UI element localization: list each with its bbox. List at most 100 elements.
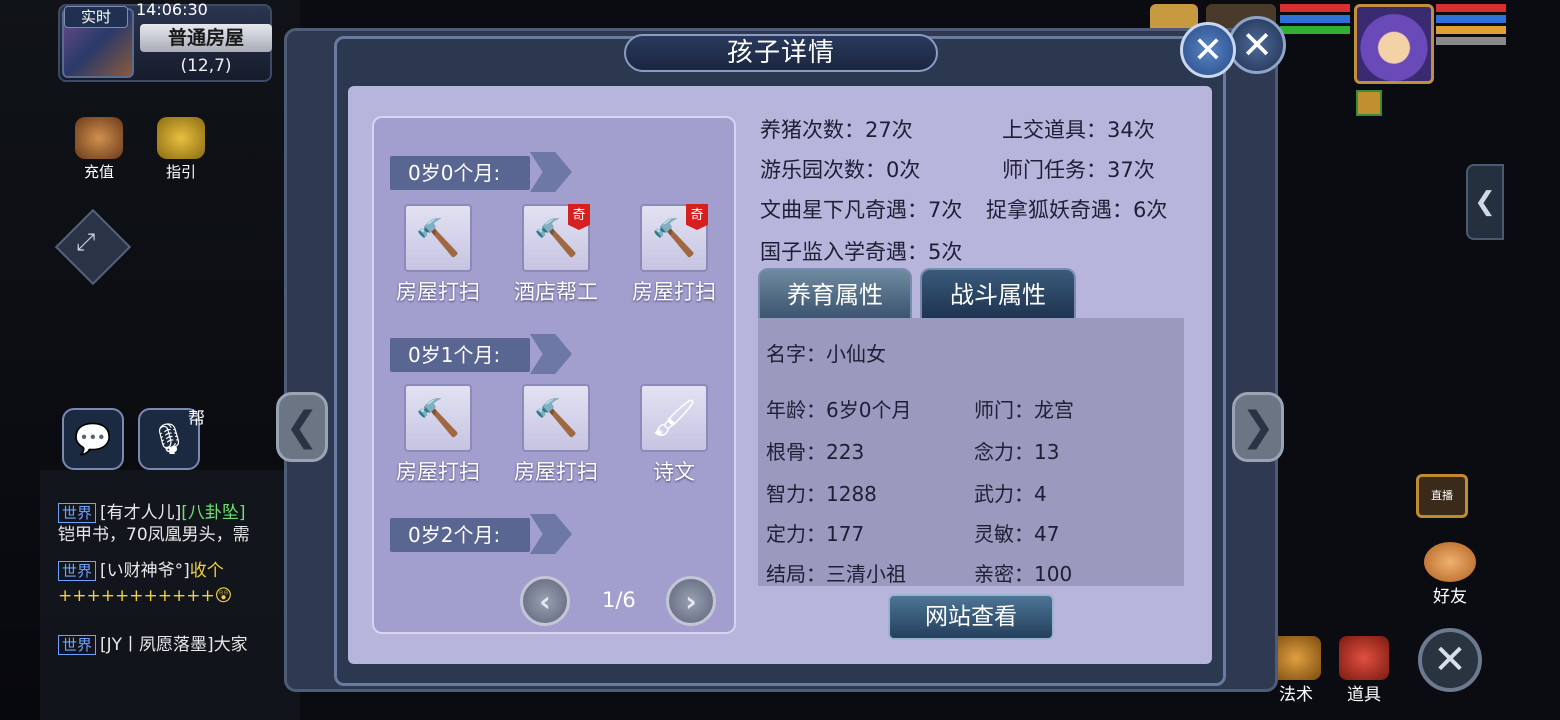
attr-name: 名字：小仙女 [766, 342, 886, 366]
buff-icon[interactable] [1356, 90, 1382, 116]
next-child-button[interactable]: ❯ [1232, 392, 1284, 462]
growth-schedule-panel [372, 116, 736, 634]
chevron-right-icon: ❯ [1241, 404, 1275, 450]
realtime-tag: 实时 [64, 6, 128, 28]
dialog-title: 孩子详情 [624, 34, 938, 72]
hammer-icon: 🔨 [404, 384, 472, 452]
live-stream-button[interactable]: 直播 [1416, 474, 1468, 518]
previous-child-button[interactable]: ❮ [276, 392, 328, 462]
job-label: 房屋打扫 [632, 280, 716, 304]
close-icon: ✕ [1433, 637, 1467, 683]
items-label: 道具 [1347, 685, 1381, 705]
friends-label: 好友 [1433, 587, 1467, 607]
chevron-left-icon: ‹ [539, 584, 551, 618]
stat-items-submitted: 上交道具：34次 [1002, 118, 1155, 142]
job-slot[interactable]: 🔨 房屋打扫 [386, 204, 490, 306]
expand-icon: ⤢ [76, 228, 96, 256]
job-slot[interactable]: 🔨 奇 房屋打扫 [622, 204, 726, 306]
job-slot[interactable]: 🖌 诗文 [622, 384, 726, 486]
attr-mind: 念力：13 [974, 440, 1060, 464]
dialog-close-button[interactable]: ✕ [1180, 22, 1236, 78]
recharge-label: 充值 [83, 163, 114, 181]
chat-message-cont: 铠甲书，70凤凰男头，需 [58, 525, 250, 545]
treasure-chest-icon [75, 117, 123, 159]
attr-agility: 灵敏：47 [974, 522, 1060, 546]
items-button[interactable]: 道具 [1334, 636, 1394, 705]
month-header: 0岁0个月: [390, 156, 530, 190]
close-icon: ✕ [1241, 23, 1273, 67]
page-indicator: 1/6 [602, 588, 636, 612]
chat-sender: [JY丨夙愿落墨] [100, 635, 214, 655]
job-slot[interactable]: 🔨 房屋打扫 [386, 384, 490, 486]
attr-school: 师门：龙宫 [974, 398, 1074, 422]
tab-nurture-attributes[interactable]: 养育属性 [758, 268, 912, 320]
live-label: 直播 [1431, 489, 1453, 502]
page-prev-button[interactable]: ‹ [520, 576, 570, 626]
job-label: 诗文 [653, 460, 695, 484]
map-coordinates: (12,7) [180, 56, 232, 76]
stat-imperial-event: 国子监入学奇遇：5次 [760, 240, 963, 264]
recharge-button[interactable]: 充值 [66, 116, 132, 182]
tab-combat-attributes[interactable]: 战斗属性 [920, 268, 1076, 320]
friends-button[interactable]: 好友 [1418, 542, 1482, 607]
magic-label: 法术 [1279, 685, 1313, 705]
channel-tag: 世界 [58, 635, 97, 655]
collapse-side-menu-button[interactable]: ❮ [1466, 164, 1504, 240]
job-label: 房屋打扫 [396, 280, 480, 304]
guide-button[interactable]: 指引 [148, 116, 214, 182]
stat-fox-event: 捉拿狐妖奇遇：6次 [986, 198, 1168, 222]
channel-tag: 世界 [58, 561, 97, 581]
month-header: 0岁1个月: [390, 338, 530, 372]
stat-school-tasks: 师门任务：37次 [1002, 158, 1155, 182]
job-label: 房屋打扫 [514, 460, 598, 484]
special-badge: 奇 [686, 204, 708, 230]
chat-text: 收个 [189, 561, 224, 581]
stat-pig-raising: 养猪次数：27次 [760, 118, 913, 142]
attr-focus: 定力：177 [766, 522, 865, 546]
attr-intimacy: 亲密：100 [974, 562, 1073, 586]
chat-text: 大家 [213, 635, 248, 655]
chat-message-cont: +++++++++++😲 [58, 586, 233, 606]
chevron-right-icon: › [685, 584, 697, 618]
attr-intelligence: 智力：1288 [766, 482, 877, 506]
job-slot[interactable]: 🔨 奇 酒店帮工 [504, 204, 608, 306]
attr-age: 年龄：6岁0个月 [766, 398, 912, 422]
close-icon: ✕ [1192, 29, 1224, 71]
chat-message[interactable]: 世界 [JY丨夙愿落墨]大家 [58, 630, 288, 655]
background-window-close-button[interactable]: ✕ [1228, 16, 1286, 74]
attr-root: 根骨：223 [766, 440, 865, 464]
job-label: 酒店帮工 [514, 280, 598, 304]
chat-sender: [い财神爷°] [100, 561, 190, 581]
brush-icon: 🖌 [640, 384, 708, 452]
stat-amusement-park: 游乐园次数：0次 [760, 158, 921, 182]
chat-button[interactable]: 💬 [62, 408, 124, 470]
speech-bubble-icon: 💬 [74, 421, 112, 457]
month-header: 0岁2个月: [390, 518, 530, 552]
scroll-hint-icon [157, 117, 205, 159]
chevron-left-icon: ❮ [1474, 187, 1496, 217]
player-avatar[interactable] [1354, 4, 1434, 84]
hammer-icon: 🔨 [404, 204, 472, 272]
treasure-bag-icon [1339, 636, 1389, 680]
close-menu-button[interactable]: ✕ [1418, 628, 1482, 692]
handshake-icon [1424, 542, 1476, 582]
guide-label: 指引 [165, 163, 196, 181]
page-next-button[interactable]: › [666, 576, 716, 626]
player-status-bars [1436, 4, 1506, 48]
microphone-icon: 🎙 [149, 421, 189, 457]
guild-badge: 帮 [188, 409, 205, 429]
chat-message[interactable]: 世界 [い财神爷°]收个 [58, 556, 288, 581]
pet-status-bars [1280, 4, 1350, 37]
job-label: 房屋打扫 [396, 460, 480, 484]
stat-wenqu-event: 文曲星下凡奇遇：7次 [760, 198, 963, 222]
view-on-website-button[interactable]: 网站查看 [888, 594, 1054, 640]
attr-ending: 结局：三清小祖 [766, 562, 906, 586]
bell-icon [1271, 636, 1321, 680]
special-badge: 奇 [568, 204, 590, 230]
attr-force: 武力：4 [974, 482, 1047, 506]
hammer-icon: 🔨 [522, 384, 590, 452]
map-name: 普通房屋 [140, 24, 272, 52]
clock: 14:06:30 [136, 0, 208, 19]
hammer-icon: 🔨 奇 [640, 204, 708, 272]
job-slot[interactable]: 🔨 房屋打扫 [504, 384, 608, 486]
